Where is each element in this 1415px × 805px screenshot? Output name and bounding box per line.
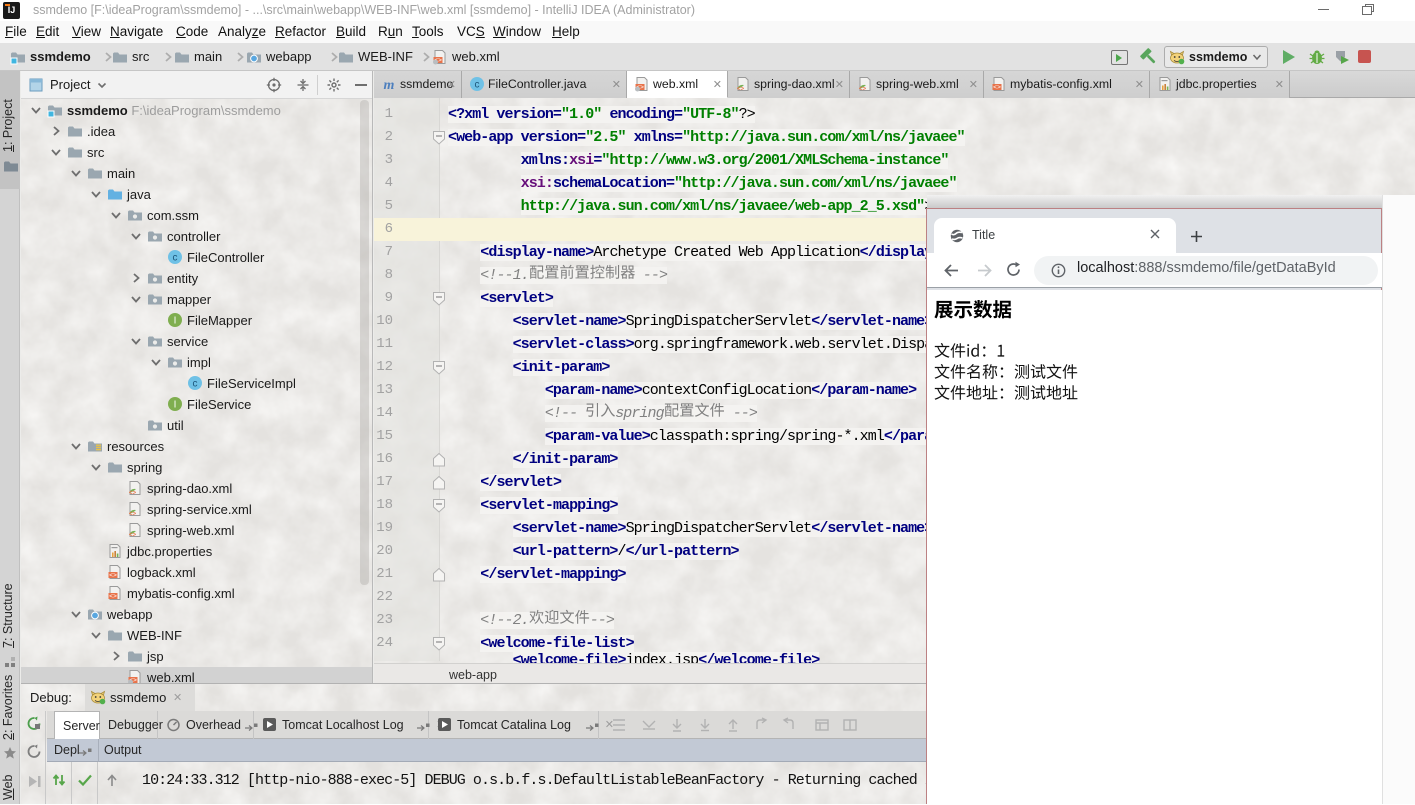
svg-text:<>: <> — [129, 490, 137, 497]
svg-text:c: c — [173, 253, 178, 264]
svg-text:<>: <> — [993, 84, 1001, 91]
svg-text:c: c — [475, 80, 480, 91]
svg-text:<>: <> — [737, 86, 745, 93]
svg-text:c: c — [193, 379, 198, 390]
svg-text:m: m — [384, 78, 395, 92]
svg-text:<>: <> — [129, 511, 137, 518]
svg-text:I: I — [174, 400, 177, 411]
svg-text:<>: <> — [859, 86, 867, 93]
svg-text:I: I — [174, 316, 177, 327]
svg-text:<>: <> — [109, 593, 117, 600]
svg-text:<>: <> — [129, 532, 137, 539]
svg-text:<>: <> — [109, 572, 117, 579]
